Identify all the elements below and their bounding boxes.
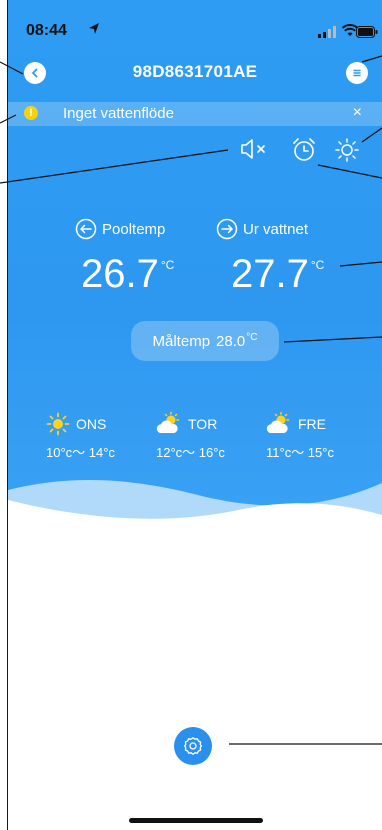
forecast-day: ONS 10°c～ 14°c <box>46 412 156 461</box>
brightness-sun-icon[interactable] <box>334 137 360 163</box>
outlet-temp-value: 27.7 <box>231 252 309 296</box>
forecast-day: TOR 12°c～ 16°c <box>156 412 266 461</box>
gear-icon <box>183 737 203 755</box>
forecast-temp-range: 12°c～ 16°c <box>156 445 225 460</box>
pool-temp-value-group: 26.7 °C <box>81 252 174 297</box>
pool-temp-label-group: Pooltemp <box>75 218 165 240</box>
outlet-temp-label-group: Ur vattnet <box>216 218 308 240</box>
target-temp-button[interactable]: Måltemp 28.0 °C <box>131 321 279 361</box>
forecast-temp-range: 11°c～ 15°c <box>266 445 334 460</box>
device-title: 98D8631701AE <box>132 62 258 81</box>
partly-cloudy-icon <box>266 412 290 433</box>
cellular-signal-icon <box>318 26 336 38</box>
arrow-in-icon <box>75 218 97 240</box>
alert-close-button[interactable]: × <box>353 104 362 122</box>
location-arrow-icon <box>89 23 99 34</box>
battery-icon <box>356 26 378 38</box>
forecast-temp-range: 10°c～ 14°c <box>46 445 115 460</box>
outlet-temp-unit: °C <box>310 258 325 272</box>
target-temp-value: 28.0 <box>216 332 246 350</box>
target-temp-unit: °C <box>246 331 258 343</box>
status-time: 08:44 <box>26 22 67 39</box>
forecast-day-name: TOR <box>188 416 218 432</box>
forecast-day: FRE 11°c～ 15°c <box>266 412 376 461</box>
pool-temp-unit: °C <box>160 258 175 272</box>
arrow-out-icon <box>216 218 238 240</box>
menu-button[interactable] <box>346 62 368 84</box>
pool-temp-value: 26.7 <box>81 252 159 296</box>
alert-text: Inget vattenflöde <box>63 105 174 122</box>
alert-banner: ! Inget vattenflöde × <box>8 102 382 126</box>
menu-lines-icon <box>353 69 361 77</box>
partly-cloudy-icon <box>156 412 180 433</box>
home-indicator <box>129 818 263 823</box>
forecast-day-name: FRE <box>298 416 326 432</box>
sun-icon <box>46 412 70 436</box>
status-bar: 08:44 <box>8 0 382 50</box>
mute-icon[interactable] <box>240 137 270 161</box>
phone-screen: 08:44 98D8631701AE ! Inget vattenflöde ×… <box>8 0 382 830</box>
alarm-clock-icon[interactable] <box>291 137 317 163</box>
pool-temp-label: Pooltemp <box>102 220 166 238</box>
outlet-temp-label: Ur vattnet <box>243 220 309 238</box>
outlet-temp-value-group: 27.7 °C <box>231 252 324 297</box>
warning-icon: ! <box>24 106 38 120</box>
wave-decoration <box>8 479 382 550</box>
settings-button[interactable] <box>174 727 212 765</box>
target-temp-label: Måltemp <box>152 332 211 350</box>
forecast-day-name: ONS <box>76 416 107 432</box>
